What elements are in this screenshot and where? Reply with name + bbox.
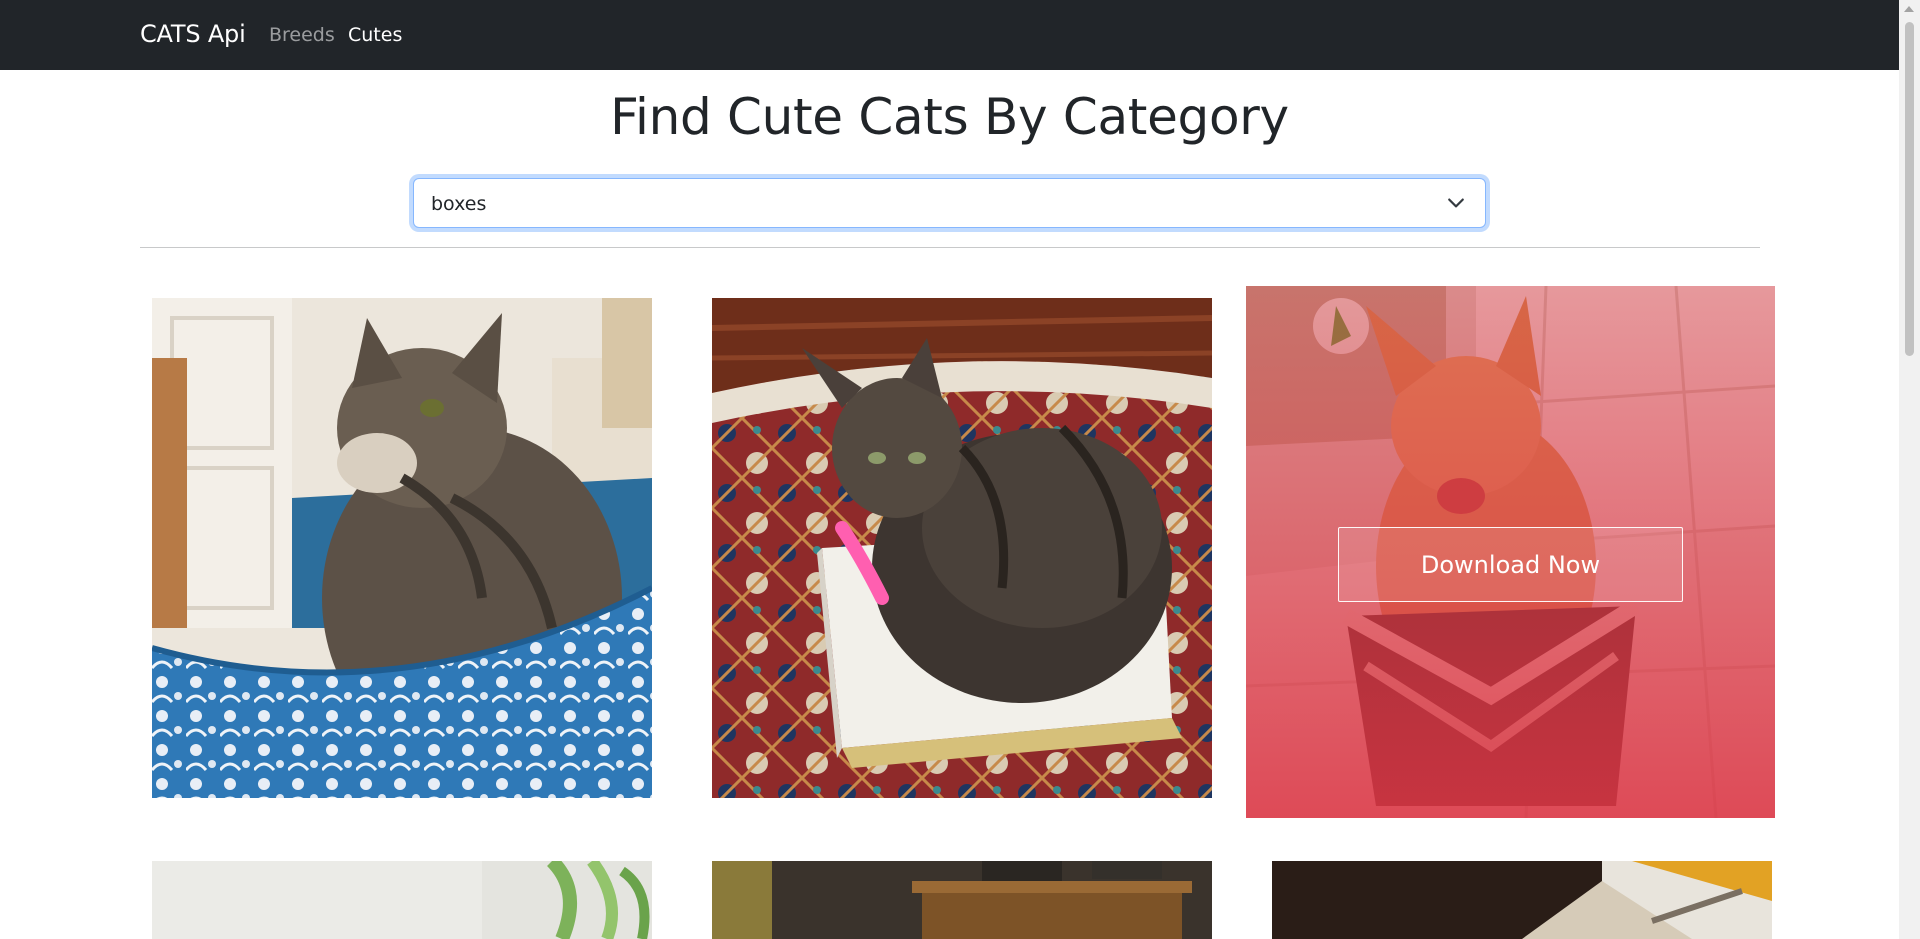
category-select-value: boxes (431, 193, 487, 215)
cat-card[interactable] (712, 298, 1212, 798)
cat-card[interactable] (1272, 861, 1772, 939)
cat-photo (152, 298, 652, 798)
cat-card[interactable] (152, 298, 652, 798)
brand-link[interactable]: CATS Api (140, 20, 246, 48)
cat-card-hovered[interactable]: Download Now (1246, 286, 1775, 818)
nav-link-breeds[interactable]: Breeds (269, 24, 335, 46)
scrollbar-thumb[interactable] (1905, 22, 1914, 356)
cat-photo (1272, 861, 1772, 939)
scroll-up-arrow-icon[interactable] (1904, 6, 1914, 12)
cat-card[interactable] (152, 861, 652, 939)
cat-photo (152, 861, 652, 939)
page-title: Find Cute Cats By Category (610, 88, 1289, 146)
divider (140, 247, 1760, 248)
cat-card[interactable] (712, 861, 1212, 939)
chevron-down-icon (1448, 198, 1464, 208)
cat-photo (712, 861, 1212, 939)
navbar: CATS Api Breeds Cutes (0, 0, 1899, 70)
download-now-button[interactable]: Download Now (1338, 527, 1683, 602)
category-select[interactable]: boxes (413, 178, 1486, 228)
cat-photo (712, 298, 1212, 798)
page-scrollbar[interactable] (1899, 0, 1920, 939)
nav-link-cutes[interactable]: Cutes (348, 24, 402, 46)
